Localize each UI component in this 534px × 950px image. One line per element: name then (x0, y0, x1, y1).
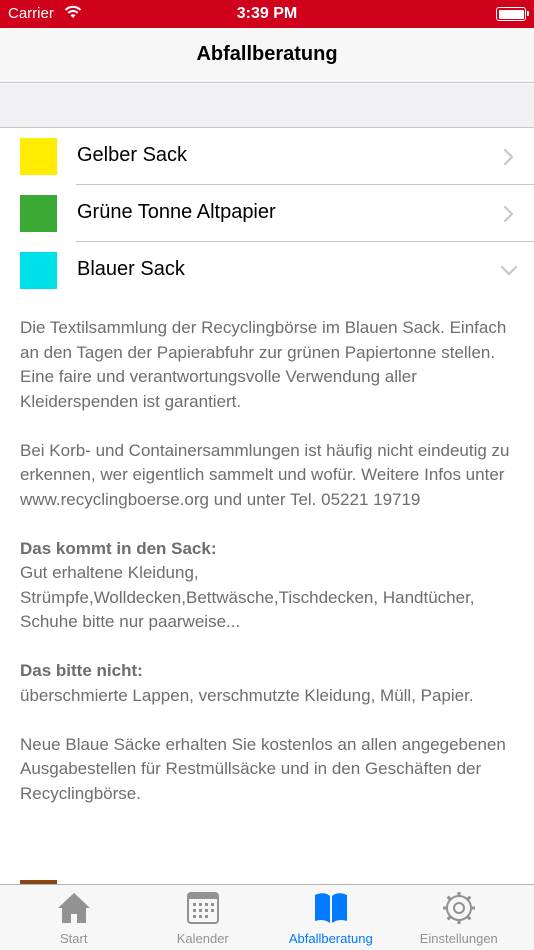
chevron-right-icon (503, 205, 514, 223)
category-list: Gelber Sack Grüne Tonne Altpapier Blauer… (0, 128, 534, 299)
chevron-right-icon (503, 148, 514, 166)
tab-label: Abfallberatung (288, 931, 373, 946)
navigation-bar: Abfallberatung (0, 28, 534, 83)
chevron-down-icon (500, 265, 518, 276)
tab-einstellungen[interactable]: Einstellungen (392, 885, 526, 950)
accepted-items-text: Gut erhaltene Kleidung, Strümpfe,Wolldec… (20, 563, 475, 631)
clock: 3:39 PM (236, 5, 298, 22)
accepted-items-heading: Das kommt in den Sack: (20, 538, 217, 558)
book-icon (314, 893, 347, 923)
gear-icon (442, 892, 475, 924)
tab-label: Start (60, 931, 88, 946)
category-detail-text: Die Textilsammlung der Recyclingbörse im… (20, 316, 520, 831)
color-swatch (20, 195, 57, 232)
accepted-items-section: Das kommt in den Sack: Gut erhaltene Kle… (20, 537, 520, 635)
tab-kalender[interactable]: Kalender (136, 885, 270, 950)
battery-icon (496, 7, 529, 21)
tab-start[interactable]: Start (7, 885, 141, 950)
category-label: Blauer Sack (77, 258, 185, 280)
detail-paragraph: Die Textilsammlung der Recyclingbörse im… (20, 318, 507, 411)
rejected-items-heading: Das bitte nicht: (20, 661, 143, 680)
rejected-items-text: überschmierte Lappen, verschmutzte Kleid… (20, 685, 474, 705)
color-swatch (20, 252, 57, 289)
tab-bar: Start Kalender Abfallberatung Einstellun… (0, 884, 534, 950)
category-label: Grüne Tonne Altpapier (77, 201, 276, 223)
category-row-gelber-sack[interactable]: Gelber Sack (0, 128, 534, 185)
section-header (0, 84, 534, 128)
page-title: Abfallberatung (196, 43, 338, 65)
category-label: Gelber Sack (77, 144, 188, 166)
category-row-gruene-tonne[interactable]: Grüne Tonne Altpapier (0, 185, 534, 242)
category-row-blauer-sack[interactable]: Blauer Sack (0, 242, 534, 299)
tab-label: Kalender (176, 931, 229, 946)
home-icon (57, 893, 90, 923)
calendar-icon (186, 892, 219, 924)
detail-paragraph: Bei Korb- und Containersammlungen ist hä… (20, 440, 510, 509)
rejected-items-section: Das bitte nicht: überschmierte Lappen, v… (20, 659, 520, 708)
status-bar: Carrier 3:39 PM (0, 0, 534, 28)
tab-abfallberatung[interactable]: Abfallberatung (264, 885, 398, 950)
color-swatch (20, 138, 57, 175)
detail-paragraph: Neue Blaue Säcke erhalten Sie kostenlos … (20, 734, 506, 803)
tab-label: Einstellungen (419, 931, 498, 946)
